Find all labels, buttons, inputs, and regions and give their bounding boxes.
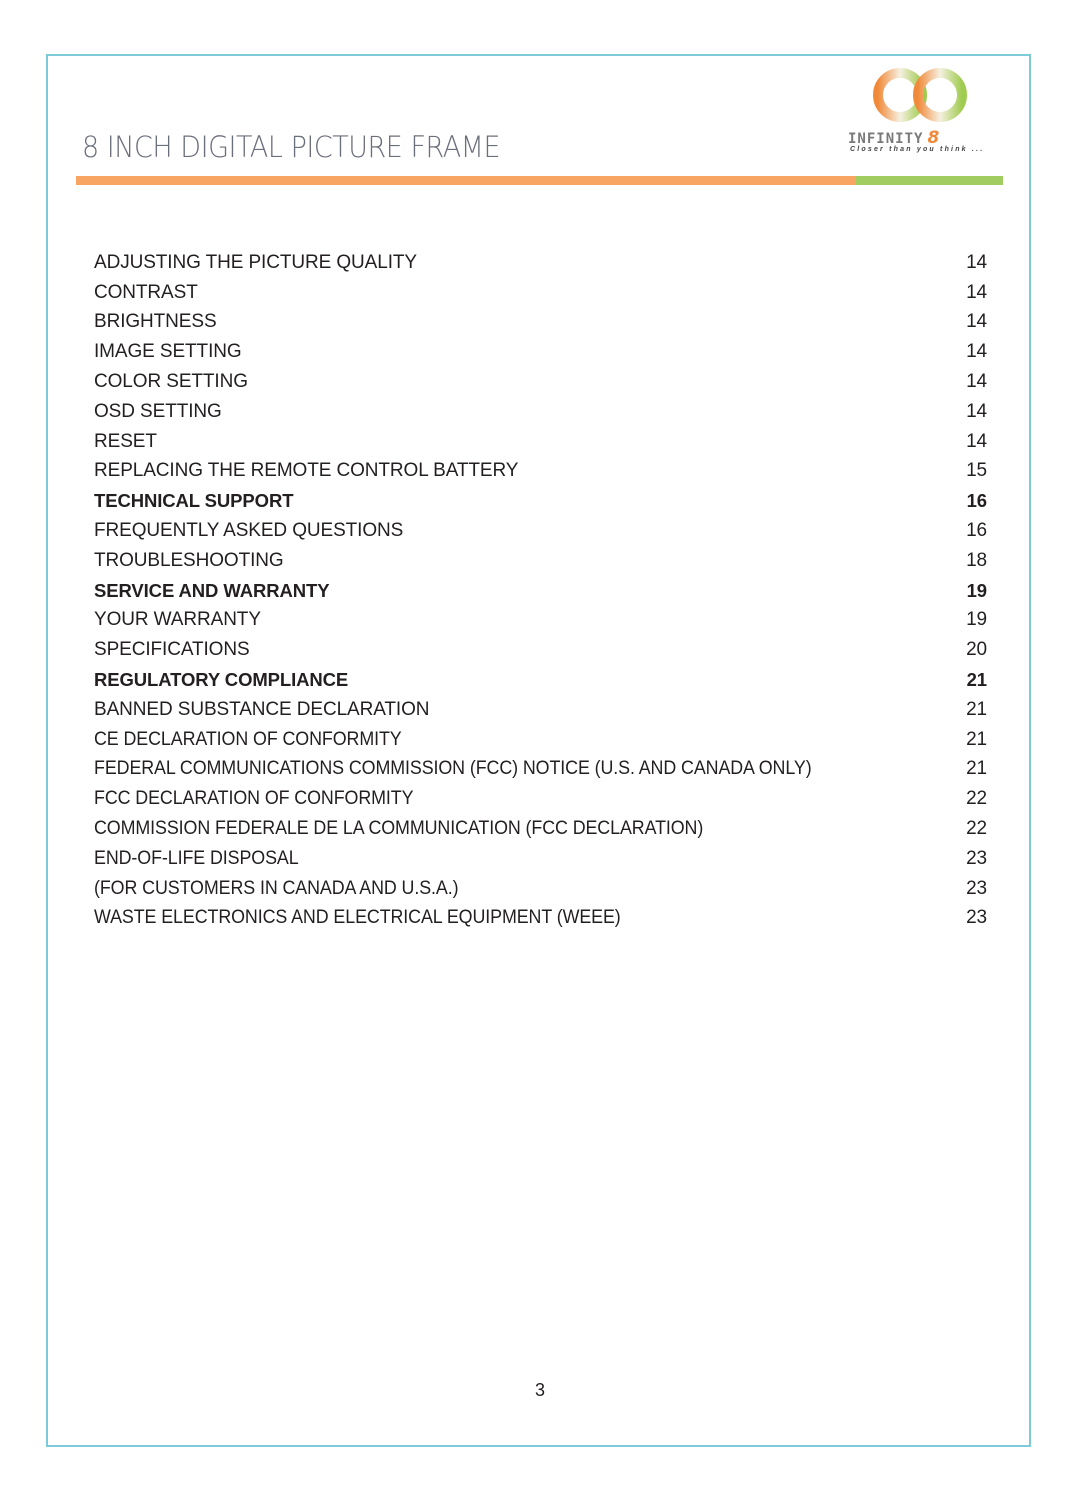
toc-entry-page: 23: [966, 847, 987, 869]
toc-entry-title: COLOR SETTING: [94, 371, 248, 393]
toc-entry[interactable]: CE DECLARATION OF CONFORMITY 21: [94, 725, 987, 755]
toc-entry-title: REPLACING THE REMOTE CONTROL BATTERY: [94, 460, 519, 482]
toc-entry-title: FREQUENTLY ASKED QUESTIONS: [94, 520, 404, 542]
toc-entry-title: IMAGE SETTING: [94, 341, 242, 363]
toc-entry[interactable]: SPECIFICATIONS 20: [94, 635, 987, 665]
toc-entry-title: BANNED SUBSTANCE DECLARATION: [94, 698, 430, 720]
toc-entry[interactable]: FREQUENTLY ASKED QUESTIONS 16: [94, 516, 987, 546]
toc-entry-page: 22: [966, 788, 987, 810]
brand-logo: INFINITY 8 Closer than you think ...: [840, 66, 1010, 162]
toc-entry-title: TROUBLESHOOTING: [94, 549, 284, 571]
toc-entry[interactable]: END-OF-LIFE DISPOSAL 23: [94, 844, 987, 874]
toc-entry-title: COMMISSION FEDERALE DE LA COMMUNICATION …: [94, 818, 704, 840]
toc-entry[interactable]: BRIGHTNESS 14: [94, 308, 987, 338]
page-number: 3: [534, 1380, 545, 1400]
toc-entry-page: 21: [966, 758, 987, 780]
toc-entry-page: 23: [966, 907, 987, 929]
toc-entry-page: 19: [966, 609, 987, 631]
toc-entry-page: 18: [966, 549, 987, 571]
logo-tagline: Closer than you think ...: [850, 146, 985, 153]
toc-section-entry[interactable]: SERVICE AND WARRANTY 19: [94, 576, 987, 606]
toc-entry-page: 19: [966, 579, 987, 601]
page-title: 8 INCH DIGITAL PICTURE FRAME: [82, 130, 501, 164]
logo-wordmark: INFINITY 8: [848, 128, 940, 148]
toc-entry-page: 16: [966, 490, 987, 512]
toc-entry-page: 14: [966, 281, 987, 303]
table-of-contents: ADJUSTING THE PICTURE QUALITY 14 CONTRAST 1…: [94, 248, 987, 933]
toc-entry-title: REGULATORY COMPLIANCE: [94, 669, 349, 691]
toc-entry[interactable]: TROUBLESHOOTING 18: [94, 546, 987, 576]
toc-entry-title: RESET: [94, 430, 157, 452]
toc-entry-title: ADJUSTING THE PICTURE QUALITY: [94, 251, 417, 273]
toc-entry-title: BRIGHTNESS: [94, 311, 217, 333]
toc-entry-page: 14: [966, 311, 987, 333]
toc-entry[interactable]: COLOR SETTING 14: [94, 367, 987, 397]
toc-entry[interactable]: (FOR CUSTOMERS IN CANADA AND U.S.A.) 23: [94, 874, 987, 904]
toc-entry-page: 23: [966, 877, 987, 899]
toc-entry[interactable]: ADJUSTING THE PICTURE QUALITY 14: [94, 248, 987, 278]
toc-entry-title: CE DECLARATION OF CONFORMITY: [94, 728, 402, 750]
toc-entry-title: (FOR CUSTOMERS IN CANADA AND U.S.A.): [94, 877, 459, 899]
toc-entry-title: END-OF-LIFE DISPOSAL: [94, 847, 299, 869]
toc-entry[interactable]: CONTRAST 14: [94, 278, 987, 308]
toc-section-entry[interactable]: REGULATORY COMPLIANCE 21: [94, 665, 987, 695]
header-rule-orange: [76, 176, 856, 185]
toc-entry-page: 15: [966, 460, 987, 482]
toc-entry[interactable]: FEDERAL COMMUNICATIONS COMMISSION (FCC) …: [94, 755, 987, 785]
infinity-rings-icon: [873, 68, 967, 122]
toc-entry-page: 21: [966, 698, 987, 720]
toc-entry-page: 14: [966, 430, 987, 452]
toc-entry[interactable]: FCC DECLARATION OF CONFORMITY 22: [94, 784, 987, 814]
toc-entry-page: 14: [966, 341, 987, 363]
toc-entry[interactable]: WASTE ELECTRONICS AND ELECTRICAL EQUIPME…: [94, 904, 987, 934]
toc-entry-page: 14: [966, 251, 987, 273]
logo-wordmark-text: INFINITY: [848, 131, 924, 147]
toc-entry-page: 16: [966, 520, 987, 542]
toc-entry-title: WASTE ELECTRONICS AND ELECTRICAL EQUIPME…: [94, 907, 621, 929]
toc-entry-title: TECHNICAL SUPPORT: [94, 490, 294, 512]
toc-entry[interactable]: COMMISSION FEDERALE DE LA COMMUNICATION …: [94, 814, 987, 844]
toc-entry[interactable]: OSD SETTING 14: [94, 397, 987, 427]
toc-entry-page: 21: [966, 728, 987, 750]
toc-entry-title: FCC DECLARATION OF CONFORMITY: [94, 788, 414, 810]
toc-entry-title: FEDERAL COMMUNICATIONS COMMISSION (FCC) …: [94, 758, 812, 780]
toc-entry-title: CONTRAST: [94, 281, 198, 303]
toc-entry[interactable]: YOUR WARRANTY 19: [94, 606, 987, 636]
toc-entry[interactable]: RESET 14: [94, 427, 987, 457]
toc-entry-page: 21: [966, 669, 987, 691]
toc-entry-title: SERVICE AND WARRANTY: [94, 579, 330, 601]
toc-entry[interactable]: IMAGE SETTING 14: [94, 337, 987, 367]
logo-wordmark-suffix: 8: [927, 128, 941, 148]
toc-entry-page: 20: [966, 639, 987, 661]
header-rule-green: [856, 176, 1003, 185]
toc-entry-page: 14: [966, 400, 987, 422]
toc-entry[interactable]: REPLACING THE REMOTE CONTROL BATTERY 15: [94, 457, 987, 487]
toc-entry-page: 22: [966, 818, 987, 840]
toc-section-entry[interactable]: TECHNICAL SUPPORT 16: [94, 486, 987, 516]
toc-entry-title: YOUR WARRANTY: [94, 609, 261, 631]
toc-entry-title: OSD SETTING: [94, 400, 222, 422]
toc-entry-page: 14: [966, 371, 987, 393]
toc-entry[interactable]: BANNED SUBSTANCE DECLARATION 21: [94, 695, 987, 725]
toc-entry-title: SPECIFICATIONS: [94, 639, 250, 661]
